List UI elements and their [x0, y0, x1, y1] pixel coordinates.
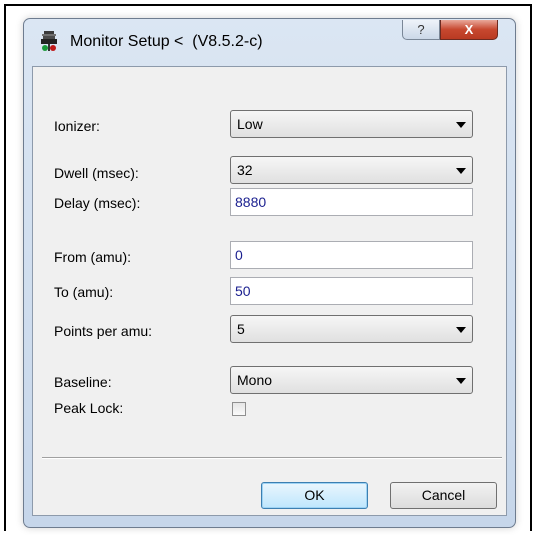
close-icon: X	[464, 22, 474, 37]
dialog-client-area: Ionizer: Low Dwell (msec): 32 Delay (mse…	[32, 66, 507, 516]
dwell-value: 32	[237, 162, 253, 178]
chevron-down-icon	[456, 327, 466, 333]
baseline-select[interactable]: Mono	[230, 366, 473, 394]
dwell-select[interactable]: 32	[230, 156, 473, 184]
help-icon: ?	[417, 22, 425, 37]
chevron-down-icon	[456, 122, 466, 128]
dwell-label: Dwell (msec):	[54, 165, 139, 181]
title-bar[interactable]: Monitor Setup < (V8.5.2-c) ? X	[24, 19, 515, 65]
delay-input[interactable]: 8880	[230, 188, 473, 216]
ok-button[interactable]: OK	[261, 482, 368, 509]
ionizer-label: Ionizer:	[54, 118, 100, 134]
chevron-down-icon	[456, 378, 466, 384]
ionizer-select[interactable]: Low	[230, 110, 473, 138]
points-per-amu-label: Points per amu:	[54, 323, 153, 339]
peak-lock-checkbox[interactable]	[232, 402, 246, 416]
ionizer-value: Low	[237, 116, 263, 132]
help-button[interactable]: ?	[402, 20, 440, 40]
close-button[interactable]: X	[440, 20, 498, 40]
baseline-label: Baseline:	[54, 374, 112, 390]
cancel-button[interactable]: Cancel	[390, 482, 497, 509]
points-per-amu-select[interactable]: 5	[230, 315, 473, 343]
monitor-setup-dialog: Monitor Setup < (V8.5.2-c) ? X Ionizer: …	[23, 18, 516, 528]
app-icon	[40, 31, 58, 53]
separator-line	[42, 457, 502, 459]
delay-label: Delay (msec):	[54, 195, 141, 211]
peak-lock-label: Peak Lock:	[54, 400, 124, 416]
baseline-value: Mono	[237, 372, 273, 388]
points-per-amu-value: 5	[237, 321, 245, 337]
window-title: Monitor Setup < (V8.5.2-c)	[70, 33, 263, 50]
chevron-down-icon	[456, 168, 466, 174]
from-input[interactable]: 0	[230, 241, 473, 269]
to-input[interactable]: 50	[230, 277, 473, 305]
from-label: From (amu):	[54, 249, 131, 265]
to-label: To (amu):	[54, 284, 114, 300]
